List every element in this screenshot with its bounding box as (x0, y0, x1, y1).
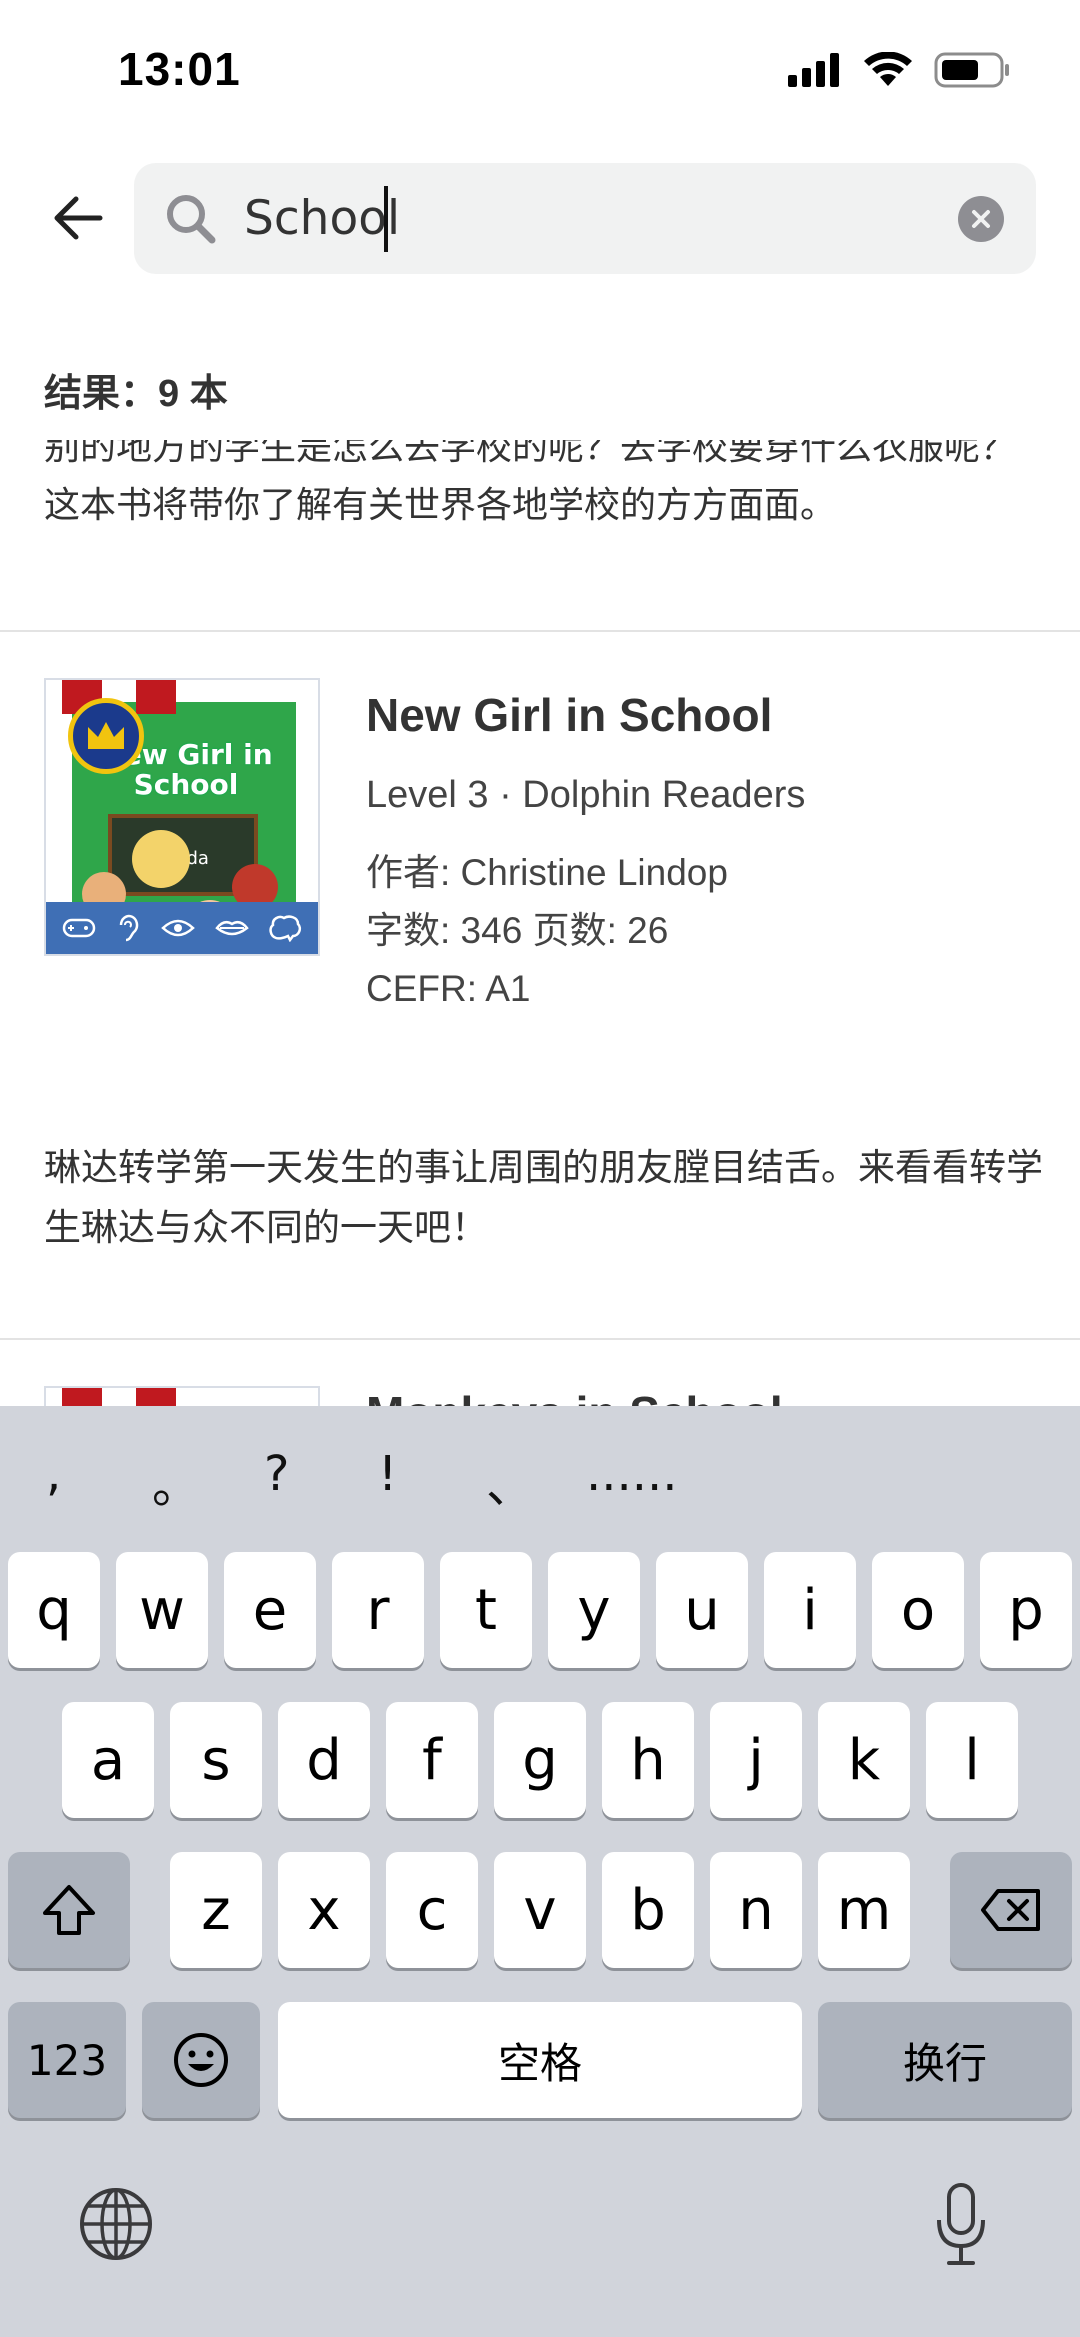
key-j[interactable]: j (710, 1702, 802, 1818)
key-m[interactable]: m (818, 1852, 910, 1968)
key-f[interactable]: f (386, 1702, 478, 1818)
punct-key[interactable]: 、 (486, 1446, 534, 1516)
gamepad-icon (62, 918, 96, 938)
search-icon (167, 195, 216, 244)
divider (0, 1338, 1080, 1340)
space-key[interactable]: 空格 (278, 2002, 802, 2118)
book-series: Level 3 · Dolphin Readers (366, 774, 806, 816)
clear-search-button[interactable] (958, 196, 1004, 242)
wifi-icon (864, 52, 912, 86)
results-count: 结果：9 本 (44, 373, 228, 415)
book-title[interactable]: Monkeys in School (366, 1386, 783, 1406)
ribbon (136, 680, 176, 714)
punct-key[interactable]: , (46, 1446, 61, 1502)
book-counts: 字数: 346 页数: 26 (366, 910, 669, 951)
cover-skills-bar (46, 902, 318, 954)
key-l[interactable]: l (926, 1702, 1018, 1818)
key-a[interactable]: a (62, 1702, 154, 1818)
punct-key[interactable]: ? (264, 1446, 289, 1502)
results-list[interactable]: 别的地方的学生是怎么去学校的呢？去学校要穿什么衣服呢？这本书将带你了解有关世界各… (0, 440, 1080, 1406)
lips-icon (214, 920, 249, 936)
ribbon (136, 1388, 176, 1406)
key-v[interactable]: v (494, 1852, 586, 1968)
close-icon (972, 210, 990, 228)
key-n[interactable]: n (710, 1852, 802, 1968)
key-t[interactable]: t (440, 1552, 532, 1668)
numbers-key[interactable]: 123 (8, 2002, 126, 2118)
key-d[interactable]: d (278, 1702, 370, 1818)
arrow-left-icon (54, 196, 103, 240)
book-author: 作者: Christine Lindop (366, 852, 728, 893)
eye-icon (161, 919, 195, 937)
ribbon (62, 1388, 102, 1406)
divider (0, 630, 1080, 632)
key-b[interactable]: b (602, 1852, 694, 1968)
emoji-key[interactable] (142, 2002, 260, 2118)
cellular-signal-icon (788, 53, 839, 87)
backspace-key[interactable] (950, 1852, 1072, 1968)
book-description: 琳达转学第一天发生的事让周围的朋友膛目结舌。来看看转学生琳达与众不同的一天吧！ (44, 1147, 1043, 1248)
key-r[interactable]: r (332, 1552, 424, 1668)
book-title[interactable]: New Girl in School (366, 688, 772, 742)
key-x[interactable]: x (278, 1852, 370, 1968)
battery-icon (934, 52, 1009, 88)
microphone-icon[interactable] (934, 2182, 988, 2268)
punct-key[interactable]: ...... (586, 1446, 678, 1502)
key-y[interactable]: y (548, 1552, 640, 1668)
text-caret (384, 186, 388, 252)
punctuation-suggestions: , 。 ? ! 、 ...... (0, 1446, 1080, 1536)
book-cefr: CEFR: A1 (366, 968, 531, 1009)
shift-key[interactable] (8, 1852, 130, 1968)
search-bar[interactable] (134, 163, 1036, 274)
ear-icon (120, 914, 139, 942)
key-e[interactable]: e (224, 1552, 316, 1668)
globe-icon[interactable] (78, 2186, 154, 2262)
key-u[interactable]: u (656, 1552, 748, 1668)
status-bar: 13:01 (0, 0, 1080, 140)
shift-icon (43, 1885, 95, 1935)
key-k[interactable]: k (818, 1702, 910, 1818)
key-s[interactable]: s (170, 1702, 262, 1818)
key-o[interactable]: o (872, 1552, 964, 1668)
search-input[interactable] (244, 185, 944, 251)
book-cover[interactable] (44, 1386, 320, 1406)
back-button[interactable] (48, 188, 108, 248)
key-p[interactable]: p (980, 1552, 1072, 1668)
punct-key[interactable]: ! (378, 1446, 397, 1502)
cover-character (132, 830, 190, 888)
previous-book-description: 别的地方的学生是怎么去学校的呢？去学校要穿什么衣服呢？这本书将带你了解有关世界各… (44, 440, 1017, 525)
return-key[interactable]: 换行 (818, 2002, 1072, 2118)
backspace-icon (981, 1889, 1040, 1931)
key-c[interactable]: c (386, 1852, 478, 1968)
status-icons (788, 52, 1010, 88)
punct-key[interactable]: 。 (152, 1446, 200, 1516)
key-h[interactable]: h (602, 1702, 694, 1818)
crown-badge-icon (68, 698, 144, 774)
key-i[interactable]: i (764, 1552, 856, 1668)
status-time: 13:01 (118, 43, 241, 95)
key-g[interactable]: g (494, 1702, 586, 1818)
key-q[interactable]: q (8, 1552, 100, 1668)
book-cover[interactable]: New Girl in School Linda (44, 678, 320, 956)
keyboard: , 。 ? ! 、 ...... q w e r t y u i o p a s… (0, 1406, 1080, 2337)
key-w[interactable]: w (116, 1552, 208, 1668)
emoji-icon (174, 2033, 228, 2087)
key-z[interactable]: z (170, 1852, 262, 1968)
brain-icon (269, 915, 302, 942)
